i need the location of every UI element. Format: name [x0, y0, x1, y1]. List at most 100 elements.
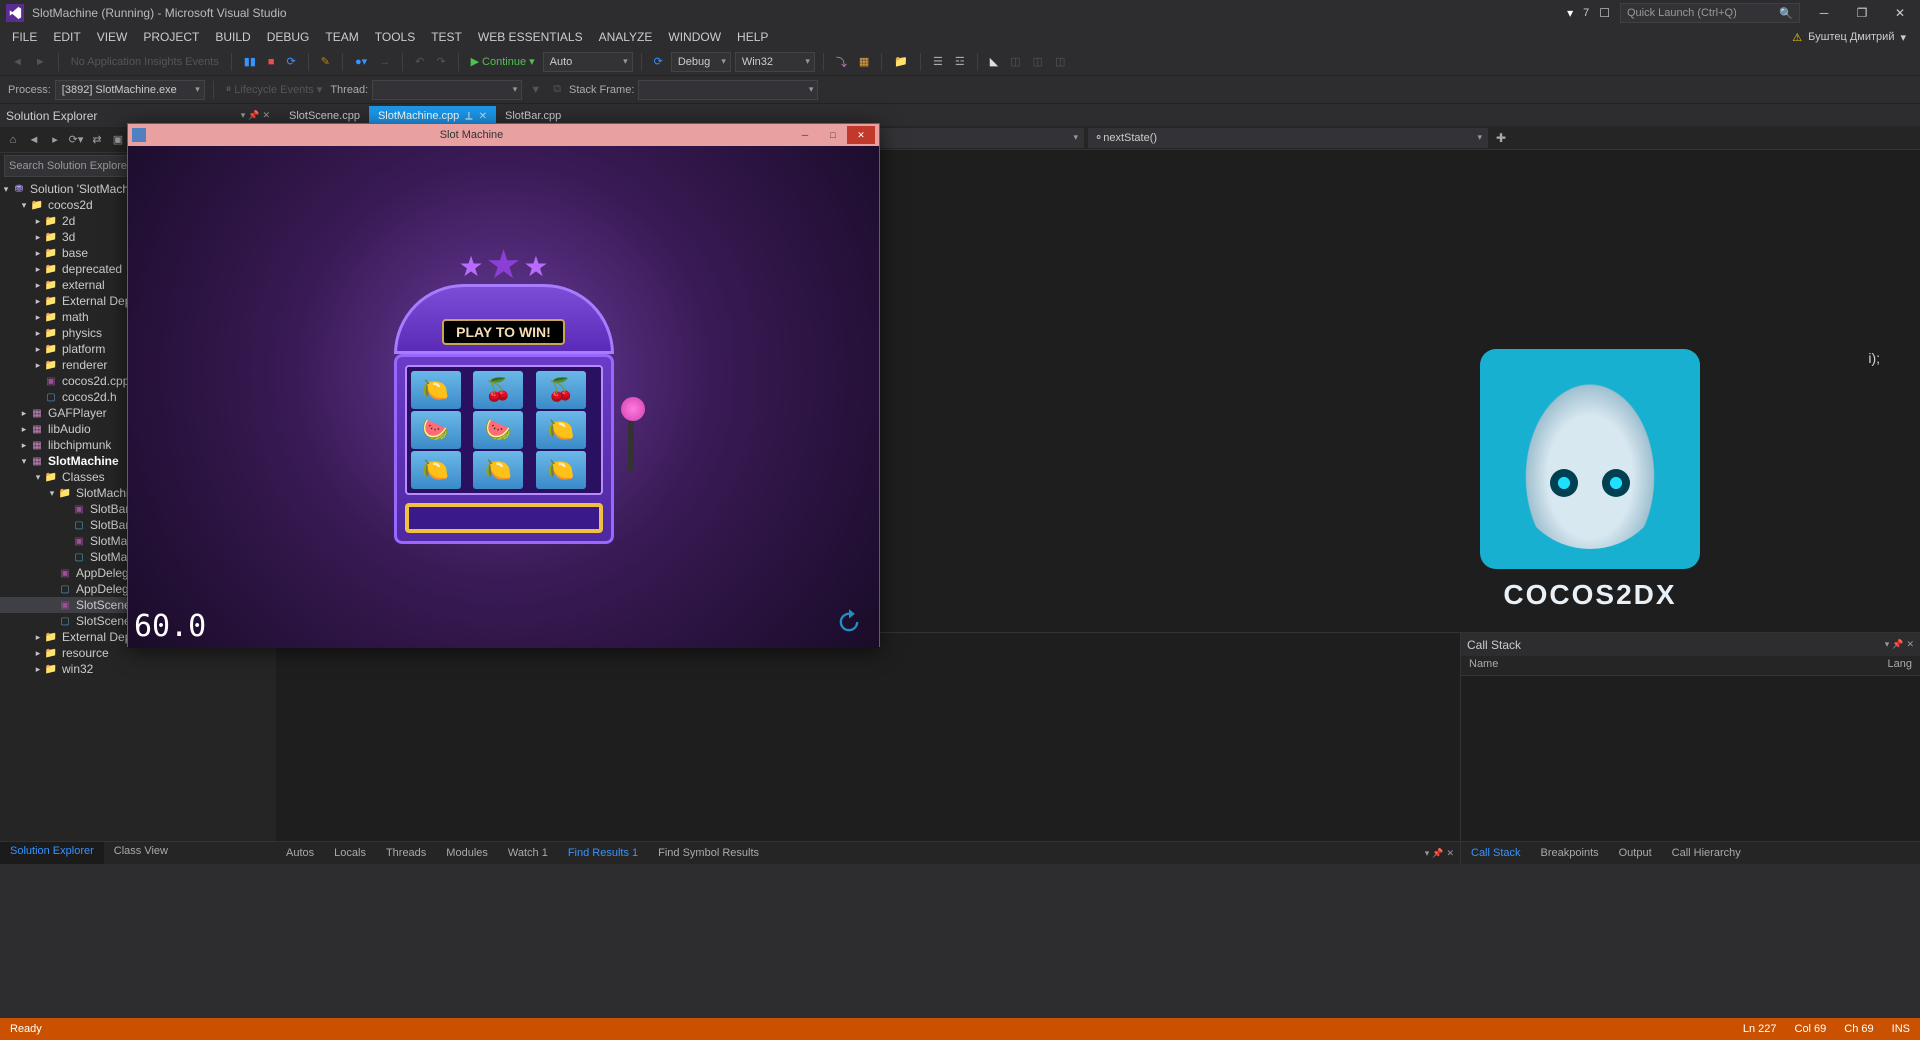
platform-combo[interactable]: Win32 — [735, 52, 815, 72]
menu-web-essentials[interactable]: WEB ESSENTIALS — [470, 28, 591, 46]
menu-view[interactable]: VIEW — [89, 28, 136, 46]
thread-combo[interactable] — [372, 80, 522, 100]
pin-icon[interactable]: 📌 — [1432, 848, 1443, 859]
bottom-tab-locals[interactable]: Locals — [324, 844, 376, 862]
pin-icon[interactable]: 📌 — [248, 110, 259, 121]
list-icon[interactable]: ☰ — [929, 53, 947, 70]
menu-debug[interactable]: DEBUG — [259, 28, 318, 46]
dropdown-icon[interactable]: ▾ — [241, 110, 246, 121]
status-line: Ln 227 — [1743, 1023, 1777, 1035]
bottom-tab-watch-1[interactable]: Watch 1 — [498, 844, 558, 862]
callstack-col-name[interactable]: Name — [1469, 658, 1888, 673]
breakpoint-icon[interactable]: ●▾ — [351, 53, 371, 70]
signed-in-user[interactable]: ⚠ Буштец Дмитрий ▾ — [1792, 31, 1916, 44]
step-into-button[interactable]: ⤵ — [832, 52, 851, 72]
disabled-icon: ◫ — [1029, 53, 1047, 70]
menu-edit[interactable]: EDIT — [45, 28, 88, 46]
refresh-icon[interactable] — [835, 608, 863, 636]
menu-project[interactable]: PROJECT — [135, 28, 207, 46]
dropdown-icon[interactable]: ▾ — [1885, 639, 1890, 650]
callstack-tab-output[interactable]: Output — [1609, 844, 1662, 862]
lifecycle-button[interactable]: ⏸ Lifecycle Events ▾ — [222, 81, 327, 98]
refresh-icon[interactable]: ⟳ — [650, 53, 667, 70]
star-icon: ★ — [523, 250, 548, 288]
close-button[interactable]: ✕ — [1886, 3, 1914, 23]
vs-logo-icon — [6, 4, 24, 22]
thread-icon[interactable]: ⧉ — [549, 81, 565, 98]
menu-window[interactable]: WINDOW — [660, 28, 729, 46]
pin-icon[interactable]: ⟂ — [465, 110, 472, 123]
sync-icon[interactable]: ⇄ — [88, 131, 106, 149]
back-icon[interactable]: ◄ — [25, 131, 43, 149]
menu-build[interactable]: BUILD — [207, 28, 258, 46]
slot-lever[interactable] — [621, 397, 641, 477]
callstack-tab-call-hierarchy[interactable]: Call Hierarchy — [1662, 844, 1751, 862]
restart-button[interactable]: ⟳ — [283, 53, 300, 70]
status-ins: INS — [1892, 1023, 1910, 1035]
close-icon[interactable]: ✕ — [1906, 639, 1914, 650]
list2-icon[interactable]: ☲ — [951, 53, 969, 70]
flag-icon[interactable]: ▾ — [1567, 6, 1573, 20]
split-icon[interactable]: ✚ — [1492, 131, 1510, 145]
menu-test[interactable]: TEST — [423, 28, 470, 46]
feedback-icon[interactable]: ☐ — [1599, 6, 1610, 20]
close-icon[interactable]: ✕ — [262, 110, 270, 121]
minimize-button[interactable]: ─ — [1810, 3, 1838, 23]
pin-icon[interactable]: 📌 — [1892, 639, 1903, 650]
undo-button[interactable]: ↶ — [411, 53, 428, 70]
stop-button[interactable]: ■ — [264, 54, 279, 70]
callstack-col-lang[interactable]: Lang — [1888, 658, 1912, 673]
restore-button[interactable]: ❐ — [1848, 3, 1876, 23]
refresh-icon[interactable]: ⟳▾ — [67, 131, 85, 149]
star-icon: ★ — [458, 250, 483, 288]
redo-button[interactable]: ↷ — [432, 53, 449, 70]
folder-icon[interactable]: 📁 — [890, 53, 912, 70]
bottom-tab-find-symbol-results[interactable]: Find Symbol Results — [648, 844, 769, 862]
callstack-tab-call-stack[interactable]: Call Stack — [1461, 844, 1531, 862]
slot-reel-cell: 🍋 — [536, 411, 586, 449]
scope-combo-right[interactable]: ⚬ nextState() — [1088, 128, 1488, 148]
notification-count[interactable]: 7 — [1583, 7, 1589, 19]
callstack-tab-breakpoints[interactable]: Breakpoints — [1531, 844, 1609, 862]
game-close-button[interactable]: ✕ — [847, 126, 875, 144]
bottom-tab-threads[interactable]: Threads — [376, 844, 436, 862]
process-combo[interactable]: [3892] SlotMachine.exe — [55, 80, 205, 100]
step-combo[interactable]: Auto — [543, 52, 633, 72]
home-icon[interactable]: ⌂ — [4, 131, 22, 149]
slot-reel-cell: 🍋 — [473, 451, 523, 489]
bottom-tab-autos[interactable]: Autos — [276, 844, 324, 862]
nav-forward-button[interactable]: ► — [31, 54, 50, 70]
menu-analyze[interactable]: ANALYZE — [591, 28, 661, 46]
sidebar-tab-class-view[interactable]: Class View — [104, 842, 178, 864]
bottom-tab-modules[interactable]: Modules — [436, 844, 498, 862]
dropdown-icon[interactable]: ▾ — [1425, 848, 1430, 859]
stackframe-combo[interactable] — [638, 80, 818, 100]
sidebar-tab-solution-explorer[interactable]: Solution Explorer — [0, 842, 104, 864]
game-minimize-button[interactable]: ─ — [791, 126, 819, 144]
game-window[interactable]: Slot Machine ─ □ ✕ ★ ★ ★ PLAY TO WIN! 🍋🍒… — [127, 123, 880, 647]
game-maximize-button[interactable]: □ — [819, 126, 847, 144]
menu-tools[interactable]: TOOLS — [367, 28, 423, 46]
bottom-tab-find-results-1[interactable]: Find Results 1 — [558, 844, 648, 862]
fwd-icon[interactable]: ▸ — [46, 131, 64, 149]
close-icon[interactable]: ✕ — [479, 111, 487, 122]
quick-launch-input[interactable]: Quick Launch (Ctrl+Q) 🔍 — [1620, 3, 1800, 23]
filter-icon[interactable]: ▼ — [526, 82, 545, 98]
callstack-list[interactable] — [1461, 676, 1920, 841]
config-combo[interactable]: Debug — [671, 52, 731, 72]
tool-button[interactable]: ▦ — [855, 53, 873, 70]
menu-help[interactable]: HELP — [729, 28, 776, 46]
show-next-statement-button[interactable]: → — [375, 54, 394, 70]
bookmark-icon[interactable]: ◣ — [986, 53, 1002, 70]
disabled-icon: ◫ — [1006, 53, 1024, 70]
tree-item[interactable]: ▸📁win32 — [0, 661, 276, 677]
tool-icon[interactable]: ✎ — [317, 53, 334, 70]
close-icon[interactable]: ✕ — [1446, 848, 1454, 859]
collapse-icon[interactable]: ▣ — [109, 131, 127, 149]
continue-button[interactable]: ▶ Continue ▾ — [467, 53, 539, 70]
pause-button[interactable]: ▮▮ — [240, 53, 260, 70]
menu-file[interactable]: FILE — [4, 28, 45, 46]
slot-coin-slot — [405, 503, 603, 533]
menu-team[interactable]: TEAM — [317, 28, 366, 46]
nav-back-button[interactable]: ◄ — [8, 54, 27, 70]
